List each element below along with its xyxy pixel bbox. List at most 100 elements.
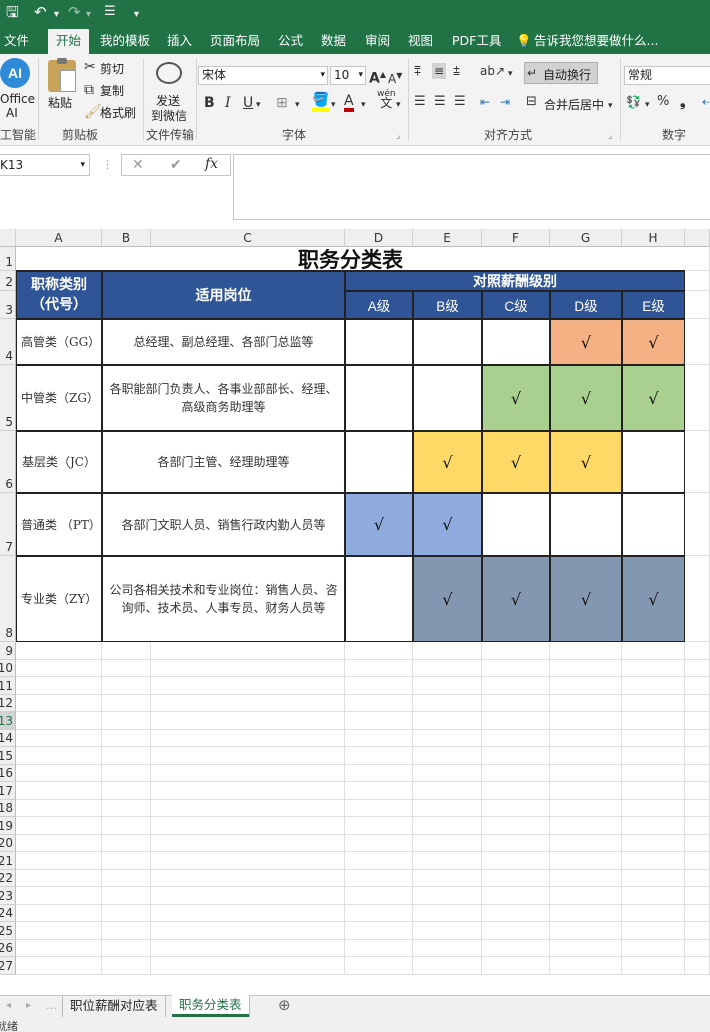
grid-cell[interactable]	[102, 764, 151, 782]
grid-cell[interactable]	[685, 291, 710, 319]
grid-cell[interactable]	[550, 694, 622, 712]
grid-cell[interactable]	[622, 939, 685, 957]
grid-cell[interactable]	[685, 904, 710, 922]
grid-cell[interactable]	[345, 834, 413, 852]
grid-cell[interactable]	[685, 799, 710, 817]
grid-cell[interactable]	[685, 817, 710, 835]
currency-dropdown-icon[interactable]: ▾	[645, 97, 650, 113]
grid-cell[interactable]	[685, 869, 710, 887]
add-sheet-icon[interactable]: ⊕	[278, 997, 291, 1013]
grid-cell[interactable]	[550, 939, 622, 957]
tab-file[interactable]: 文件	[4, 31, 29, 54]
orientation-dropdown-icon[interactable]: ▾	[508, 66, 513, 82]
grid-cell[interactable]	[622, 904, 685, 922]
grid-cell[interactable]	[16, 817, 102, 835]
grid-cell[interactable]	[550, 729, 622, 747]
grid-cell[interactable]	[16, 659, 102, 677]
tab-data[interactable]: 数据	[321, 31, 346, 54]
grid-cell[interactable]	[345, 764, 413, 782]
grid-cell[interactable]	[345, 659, 413, 677]
grid-cell[interactable]	[550, 659, 622, 677]
grid-cell[interactable]	[345, 817, 413, 835]
grid-cell[interactable]	[151, 817, 345, 835]
grid-cell[interactable]	[482, 712, 550, 730]
grid-cell[interactable]	[16, 642, 102, 660]
grid-cell[interactable]	[550, 764, 622, 782]
redo-dropdown-icon[interactable]: ▾	[86, 6, 91, 24]
percent-button[interactable]: %	[657, 94, 669, 110]
row-header[interactable]: 3	[0, 291, 16, 319]
row-header[interactable]: 20	[0, 834, 16, 852]
tab-review[interactable]: 审阅	[365, 31, 390, 54]
prev-sheet-icon[interactable]: ◂	[6, 998, 11, 1014]
column-header[interactable]: F	[482, 229, 550, 247]
align-bottom-icon[interactable]: ⩲	[453, 63, 460, 79]
column-header[interactable]	[685, 229, 710, 247]
grid-cell[interactable]	[622, 677, 685, 695]
font-color-icon[interactable]: A	[344, 94, 354, 112]
grid-cell[interactable]	[413, 904, 482, 922]
grid-cell[interactable]	[151, 712, 345, 730]
grid-cell[interactable]	[413, 677, 482, 695]
grid-cell[interactable]	[102, 922, 151, 940]
grid-cell[interactable]	[345, 694, 413, 712]
cut-icon[interactable]: ✂	[84, 59, 96, 75]
grid-cell[interactable]	[550, 887, 622, 905]
row-header[interactable]: 12	[0, 694, 16, 712]
grid-cell[interactable]	[482, 852, 550, 870]
border-icon[interactable]: ⊞	[276, 95, 288, 111]
grid-cell[interactable]	[685, 659, 710, 677]
grid-cell[interactable]	[685, 247, 710, 271]
paste-icon[interactable]	[48, 58, 76, 92]
sheet-more-icon[interactable]: …	[46, 998, 57, 1014]
row-header[interactable]: 22	[0, 869, 16, 887]
grid-cell[interactable]	[151, 642, 345, 660]
grid-cell[interactable]	[151, 922, 345, 940]
column-header[interactable]: B	[102, 229, 151, 247]
grid-cell[interactable]	[102, 869, 151, 887]
tell-me-search[interactable]: 告诉我您想要做什么...	[534, 31, 658, 54]
increase-indent-icon[interactable]: ⇥	[500, 94, 510, 110]
grid-cell[interactable]	[151, 939, 345, 957]
tab-my-templates[interactable]: 我的模板	[100, 31, 150, 54]
grid-cell[interactable]	[102, 747, 151, 765]
grid-cell[interactable]	[622, 764, 685, 782]
grid-cell[interactable]	[482, 747, 550, 765]
grid-cell[interactable]	[151, 729, 345, 747]
grid-cell[interactable]	[622, 817, 685, 835]
grid-cell[interactable]	[413, 729, 482, 747]
italic-button[interactable]: I	[225, 95, 231, 111]
grid-cell[interactable]	[685, 887, 710, 905]
row-header[interactable]: 15	[0, 747, 16, 765]
grid-cell[interactable]	[482, 764, 550, 782]
merge-dropdown-icon[interactable]: ▾	[608, 98, 613, 114]
grid-cell[interactable]	[622, 957, 685, 975]
undo-icon[interactable]: ↶	[34, 3, 47, 21]
grid-cell[interactable]	[685, 642, 710, 660]
grid-cell[interactable]	[413, 659, 482, 677]
grid-cell[interactable]	[102, 817, 151, 835]
grid-cell[interactable]	[482, 694, 550, 712]
grid-cell[interactable]	[685, 939, 710, 957]
grid-cell[interactable]	[413, 869, 482, 887]
grid-cell[interactable]	[482, 939, 550, 957]
grid-cell[interactable]	[622, 747, 685, 765]
grid-cell[interactable]	[102, 904, 151, 922]
sheet-tab-salary[interactable]: 职位薪酬对应表	[62, 996, 166, 1017]
wechat-icon[interactable]	[156, 62, 182, 84]
grid-cell[interactable]	[482, 817, 550, 835]
column-header[interactable]: H	[622, 229, 685, 247]
grid-cell[interactable]	[16, 782, 102, 800]
grid-cell[interactable]	[102, 642, 151, 660]
grid-cell[interactable]	[151, 677, 345, 695]
worksheet-grid[interactable]: A B C D E F G H 1 2 3 4 5 6 7 8 9 10 11 12 13 14 15 16 17 18 19 20 2…	[0, 229, 710, 995]
grid-cell[interactable]	[685, 834, 710, 852]
grid-cell[interactable]	[16, 747, 102, 765]
font-name-select[interactable]: 宋体 ▾	[198, 66, 328, 85]
grid-cell[interactable]	[102, 834, 151, 852]
tab-insert[interactable]: 插入	[167, 31, 192, 54]
select-all-corner[interactable]	[0, 229, 16, 247]
grid-cell[interactable]	[345, 782, 413, 800]
grid-cell[interactable]	[482, 904, 550, 922]
grid-cell[interactable]	[151, 659, 345, 677]
